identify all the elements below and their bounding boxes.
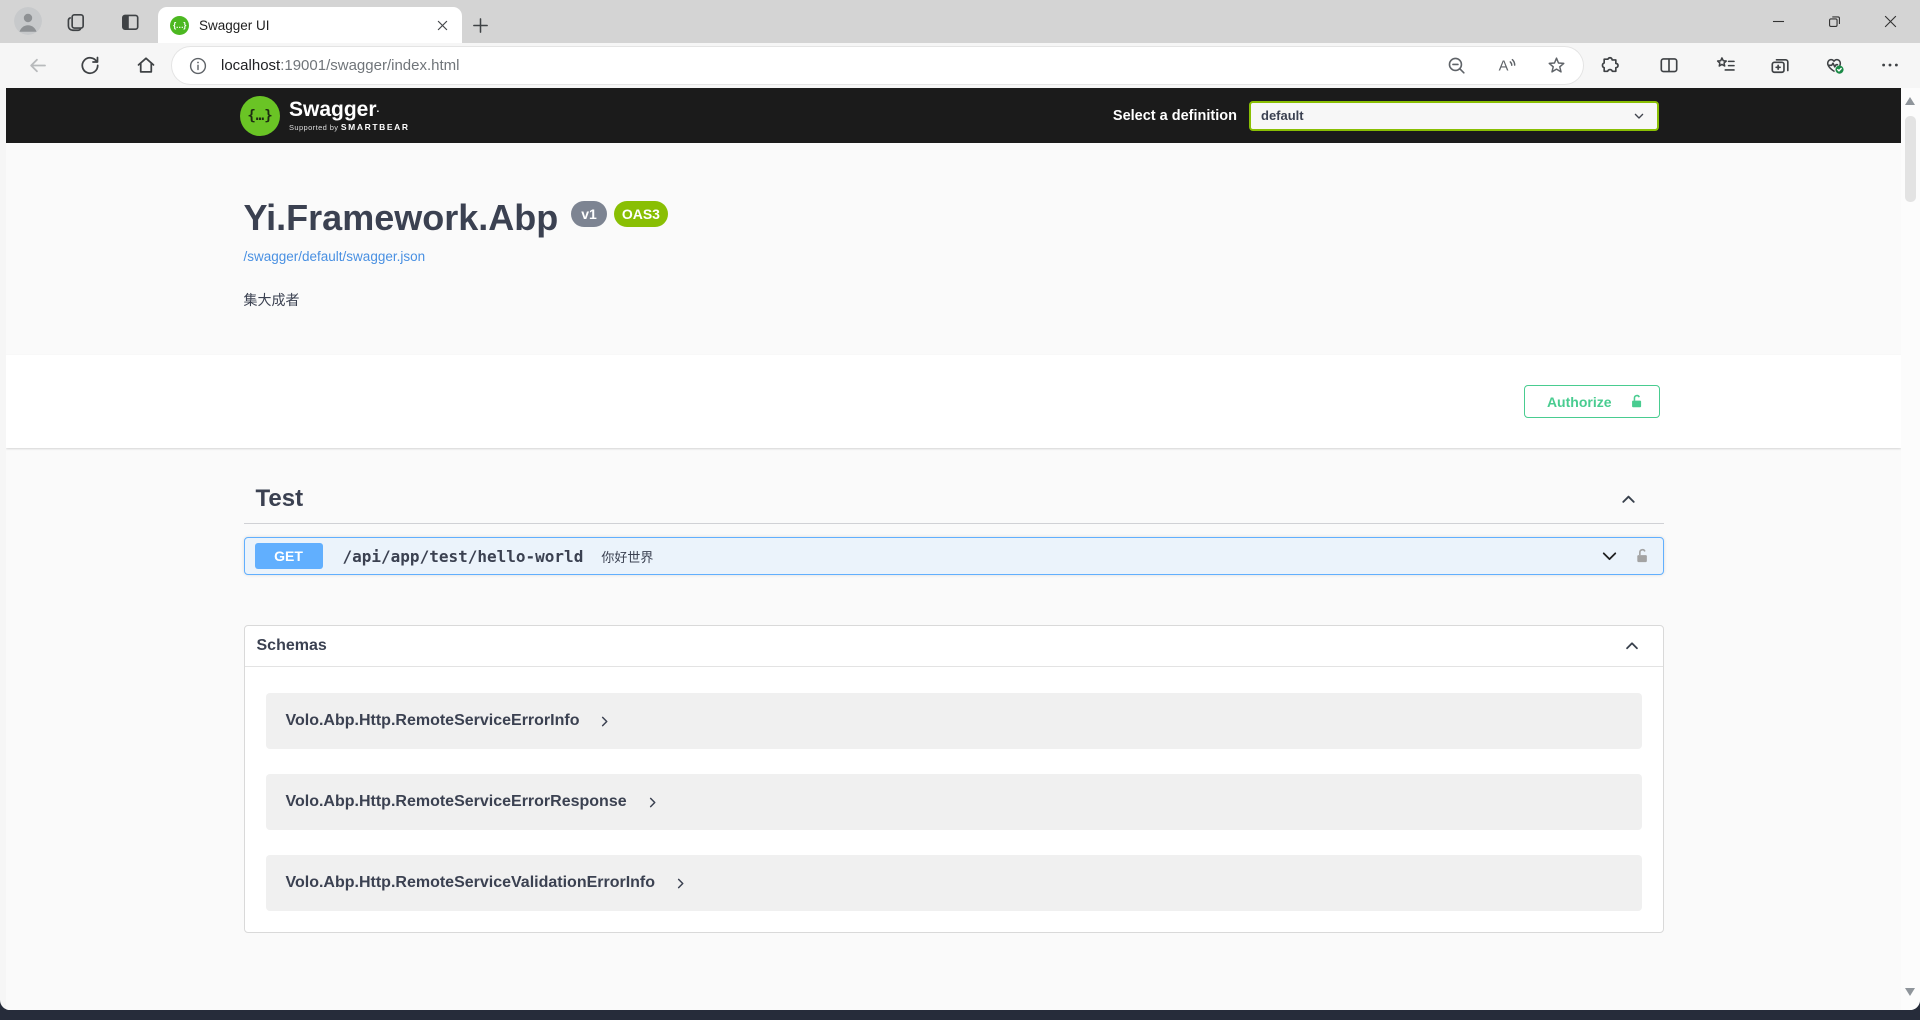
extensions-icon <box>1599 54 1621 76</box>
minimize-button[interactable] <box>1755 0 1801 43</box>
tab-actions-icon <box>119 11 141 33</box>
api-info-section: Yi.Framework.Abp v1 OAS3 /swagger/defaul… <box>6 143 1901 355</box>
auth-lock-icon[interactable] <box>1633 547 1651 565</box>
swagger-logo-icon: {…} <box>240 96 280 136</box>
person-icon <box>14 7 42 35</box>
schemas-chevron-up-icon[interactable] <box>1623 637 1641 655</box>
operation-summary: 你好世界 <box>601 547 653 566</box>
api-title: Yi.Framework.Abp <box>244 198 559 238</box>
schema-row[interactable]: Volo.Abp.Http.RemoteServiceValidationErr… <box>266 855 1642 911</box>
collapse-chevron-up-icon[interactable] <box>1619 490 1638 509</box>
definition-select[interactable]: default <box>1249 101 1659 131</box>
browser-toolbar: localhost:19001/swagger/index.html A <box>0 43 1920 88</box>
workspaces-button[interactable] <box>64 10 88 34</box>
scroll-up-icon[interactable] <box>1905 97 1915 105</box>
favorite-star-icon[interactable] <box>1546 55 1567 76</box>
version-badge: v1 <box>571 201 607 227</box>
collections-icon <box>1769 54 1791 76</box>
spec-json-link[interactable]: /swagger/default/swagger.json <box>244 249 426 264</box>
chevron-right-icon <box>673 876 688 891</box>
schema-name: Volo.Abp.Http.RemoteServiceErrorInfo <box>286 712 580 730</box>
brand-subtitle: Supported by SMARTBEAR <box>289 122 410 132</box>
home-icon <box>135 54 157 76</box>
more-options-icon <box>1879 54 1901 76</box>
address-bar[interactable]: localhost:19001/swagger/index.html A <box>172 47 1583 84</box>
schema-row[interactable]: Volo.Abp.Http.RemoteServiceErrorResponse <box>266 774 1642 830</box>
close-button[interactable] <box>1867 0 1913 43</box>
api-description: 集大成者 <box>244 290 1664 310</box>
oas3-badge: OAS3 <box>614 201 668 227</box>
zoom-out-icon[interactable] <box>1446 55 1467 76</box>
brand-name: Swagger. <box>289 99 410 120</box>
browser-titlebar: {…} Swagger UI <box>0 0 1920 43</box>
collections-button[interactable] <box>1768 53 1792 77</box>
url-host: localhost <box>221 57 280 74</box>
refresh-button[interactable] <box>78 53 102 77</box>
chevron-right-icon <box>597 714 612 729</box>
split-screen-button[interactable] <box>1657 53 1681 77</box>
scrollbar-thumb[interactable] <box>1905 116 1916 202</box>
swagger-favicon-icon: {…} <box>170 16 189 35</box>
scheme-container: Authorize <box>6 355 1901 448</box>
restore-button[interactable] <box>1811 0 1857 43</box>
favorites-list-icon <box>1715 54 1737 76</box>
browser-tab[interactable]: {…} Swagger UI <box>158 7 462 43</box>
back-button[interactable] <box>25 53 49 77</box>
tab-close-icon[interactable] <box>435 18 450 33</box>
site-info-icon[interactable] <box>188 56 208 76</box>
profile-avatar[interactable] <box>14 7 42 35</box>
swagger-topbar: {…} Swagger. Supported by SMARTBEAR Sele… <box>6 88 1901 143</box>
minimize-icon <box>1770 13 1787 30</box>
plus-icon <box>471 16 490 35</box>
test-section-title: Test <box>256 485 304 513</box>
read-aloud-icon[interactable]: A <box>1496 55 1517 76</box>
swagger-brand: {…} Swagger. Supported by SMARTBEAR <box>240 96 410 136</box>
chevron-down-icon <box>1631 108 1647 124</box>
settings-menu-button[interactable] <box>1878 53 1902 77</box>
back-icon <box>26 54 49 77</box>
selected-definition: default <box>1261 108 1304 123</box>
schemas-title: Schemas <box>257 637 327 655</box>
browser-window: {…} Swagger UI localhost:19001/swa <box>0 0 1920 1010</box>
tab-title: Swagger UI <box>199 18 435 33</box>
schema-name: Volo.Abp.Http.RemoteServiceErrorResponse <box>286 793 627 811</box>
browser-essentials-icon <box>1823 54 1845 76</box>
extensions-button[interactable] <box>1598 53 1622 77</box>
schema-name: Volo.Abp.Http.RemoteServiceValidationErr… <box>286 874 656 892</box>
schemas-container: Schemas Volo.Abp.Http.RemoteServiceError… <box>244 625 1664 933</box>
refresh-icon <box>79 54 101 76</box>
new-tab-button[interactable] <box>468 13 492 37</box>
schemas-header[interactable]: Schemas <box>245 626 1663 667</box>
expand-chevron-down-icon[interactable] <box>1599 546 1620 567</box>
method-badge: GET <box>255 543 323 569</box>
unlock-icon <box>1628 393 1645 410</box>
get-operation-row[interactable]: GET /api/app/test/hello-world 你好世界 <box>244 537 1664 575</box>
test-section-header[interactable]: Test <box>244 481 1664 524</box>
chevron-right-icon <box>645 795 660 810</box>
split-screen-icon <box>1658 54 1680 76</box>
favorites-button[interactable] <box>1714 53 1738 77</box>
schema-row[interactable]: Volo.Abp.Http.RemoteServiceErrorInfo <box>266 693 1642 749</box>
browser-essentials-button[interactable] <box>1822 53 1846 77</box>
tab-actions-button[interactable] <box>118 10 142 34</box>
svg-text:A: A <box>1499 59 1509 75</box>
page-scrollbar[interactable] <box>1901 88 1920 1010</box>
home-button[interactable] <box>134 53 158 77</box>
authorize-button[interactable]: Authorize <box>1524 385 1660 418</box>
restore-icon <box>1826 13 1843 30</box>
close-icon <box>1882 13 1899 30</box>
operations-container: Test GET /api/app/test/hello-world 你好世界 … <box>244 448 1664 933</box>
scroll-down-icon[interactable] <box>1905 988 1915 996</box>
swagger-page: {…} Swagger. Supported by SMARTBEAR Sele… <box>6 88 1901 1010</box>
url-path: :19001/swagger/index.html <box>280 57 459 74</box>
operation-path: /api/app/test/hello-world <box>343 547 584 566</box>
definition-select-label: Select a definition <box>1113 108 1237 124</box>
url-text[interactable]: localhost:19001/swagger/index.html <box>221 57 459 74</box>
workspaces-icon <box>65 11 87 33</box>
